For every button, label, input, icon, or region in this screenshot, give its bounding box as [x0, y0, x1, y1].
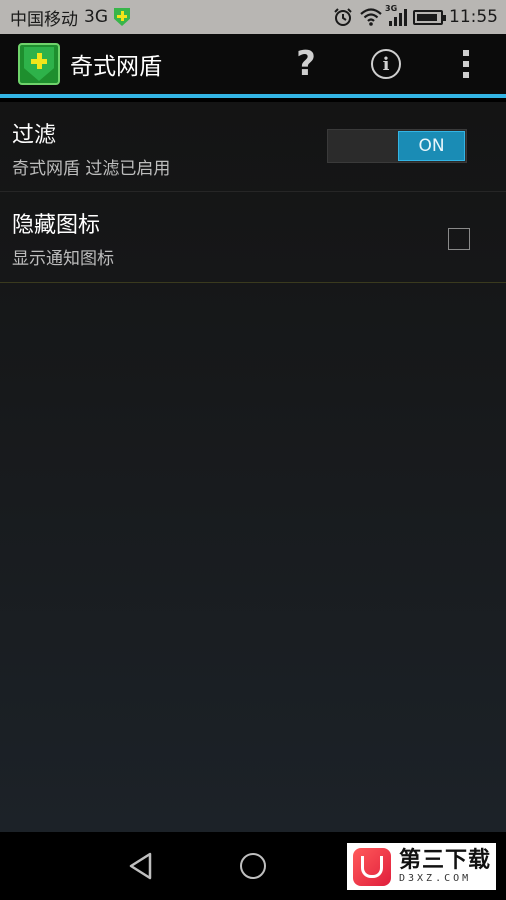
help-icon: ? — [296, 44, 316, 84]
info-button[interactable]: i — [346, 32, 426, 96]
hide-icon-title: 隐藏图标 — [12, 213, 101, 238]
hide-icon-checkbox[interactable] — [448, 228, 470, 250]
clock-label: 11:55 — [449, 7, 498, 27]
status-bar: 中国移动 3G 3G 11:55 — [0, 0, 506, 34]
alarm-icon — [333, 7, 353, 27]
switch-on-thumb: ON — [398, 131, 465, 161]
app-title: 奇式网盾 — [70, 54, 162, 80]
watermark: 第三下载 D3XZ.COM — [347, 843, 496, 890]
action-bar: 奇式网盾 ? i — [0, 34, 506, 98]
overflow-menu-icon — [463, 50, 469, 78]
help-button[interactable]: ? — [266, 32, 346, 96]
filter-title: 过滤 — [12, 123, 57, 148]
preferences-list: 过滤 奇式网盾 过滤已启用 ON 隐藏图标 显示通知图标 — [0, 102, 506, 832]
watermark-subtitle: D3XZ.COM — [399, 872, 472, 884]
app-logo-icon — [18, 43, 60, 85]
hide-icon-summary: 显示通知图标 — [12, 249, 114, 269]
info-icon: i — [371, 49, 401, 79]
status-left: 中国移动 3G — [10, 5, 130, 30]
wifi-icon — [359, 7, 383, 27]
filter-summary: 奇式网盾 过滤已启用 — [12, 159, 171, 179]
home-icon[interactable] — [240, 853, 266, 879]
action-bar-actions: ? i — [266, 34, 506, 94]
back-icon[interactable] — [128, 852, 154, 880]
shield-notification-icon — [114, 8, 130, 26]
watermark-text: 第三下载 D3XZ.COM — [399, 847, 492, 885]
filter-switch[interactable]: ON — [327, 129, 467, 163]
hide-icon-preference-row[interactable]: 隐藏图标 显示通知图标 — [0, 192, 506, 282]
battery-icon — [413, 9, 446, 25]
watermark-title: 第三下载 — [399, 847, 492, 873]
status-right: 3G 11:55 — [333, 4, 498, 27]
filter-preference-row[interactable]: 过滤 奇式网盾 过滤已启用 ON — [0, 102, 506, 192]
signal-icon: 3G — [385, 4, 407, 26]
network-type-label: 3G — [84, 7, 108, 27]
watermark-logo-icon — [353, 847, 391, 886]
carrier-label: 中国移动 — [10, 9, 78, 30]
overflow-menu-button[interactable] — [426, 32, 506, 96]
signal-network-tag: 3G — [385, 4, 398, 13]
shield-icon — [24, 47, 54, 81]
divider — [0, 282, 506, 283]
